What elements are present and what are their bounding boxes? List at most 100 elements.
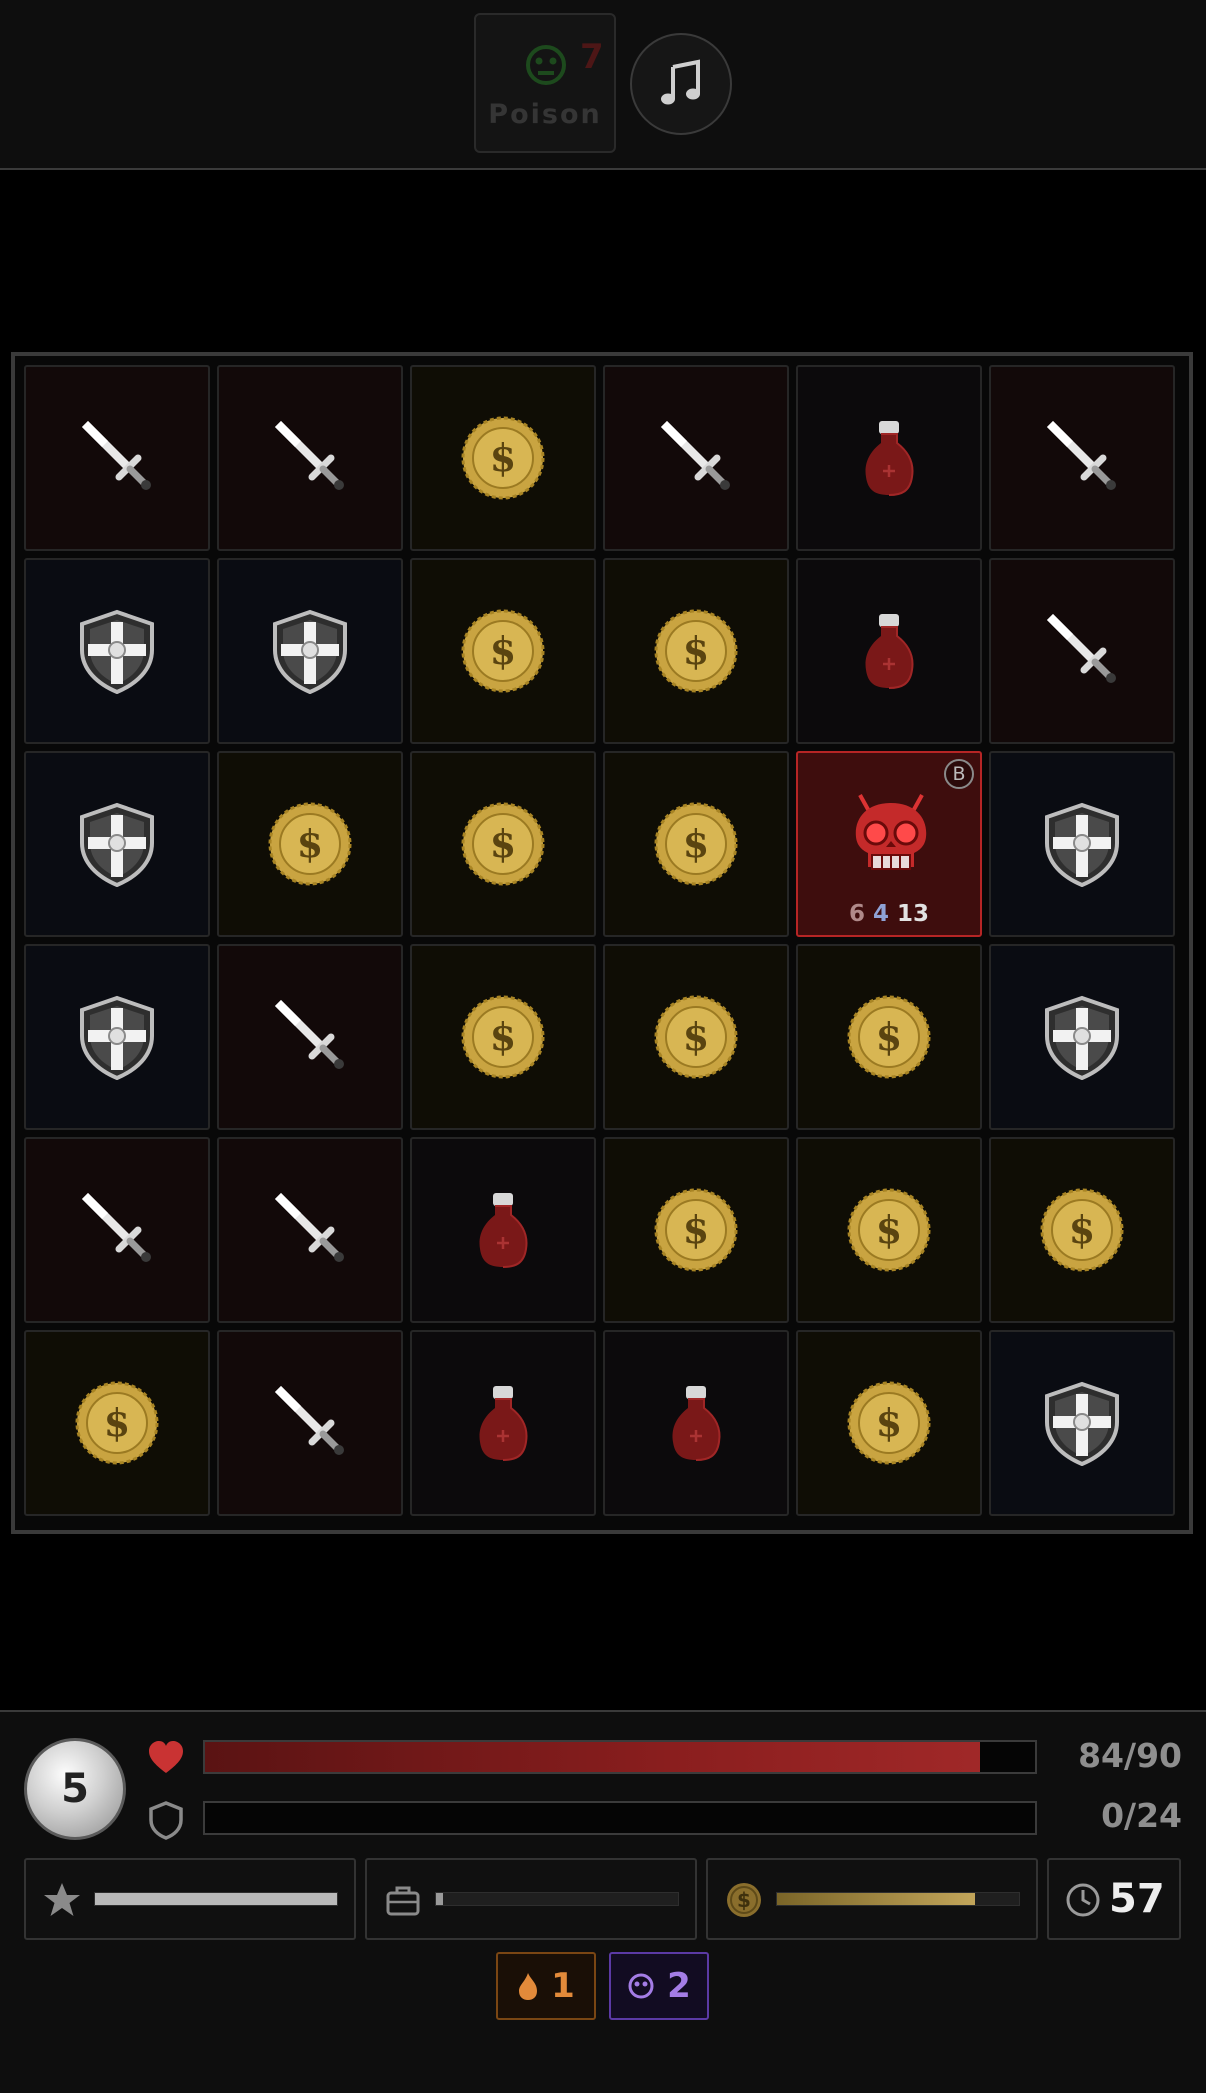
xp-box [24, 1858, 356, 1940]
potion-tile[interactable] [603, 1330, 789, 1516]
fire-effect-count: 1 [551, 1966, 575, 2006]
sword-icon [275, 1386, 344, 1455]
enemy-stats: 6 4 13 [798, 901, 980, 927]
sword-tile[interactable] [217, 944, 403, 1130]
sword-tile[interactable] [989, 558, 1175, 744]
svg-text:$: $ [1069, 1207, 1095, 1252]
gold-fill [777, 1893, 976, 1905]
xp-fill [95, 1893, 337, 1905]
sword-tile[interactable] [217, 365, 403, 551]
coin-icon: $ [654, 609, 738, 693]
coin-tile[interactable]: $ [603, 558, 789, 744]
shield-tile[interactable] [24, 944, 210, 1130]
svg-text:$: $ [876, 1400, 902, 1445]
timer-value: 57 [1109, 1876, 1165, 1922]
potion-icon [672, 1386, 721, 1461]
enemy-stat-1: 4 [872, 901, 889, 927]
player-hud: 5 84/90 0/24 $ 57 1 2 [0, 1710, 1206, 2093]
xp-track [94, 1892, 338, 1906]
coin-tile[interactable]: $ [217, 751, 403, 937]
coin-tile[interactable]: $ [410, 365, 596, 551]
sword-tile[interactable] [217, 1137, 403, 1323]
shield-tile[interactable] [989, 751, 1175, 937]
shield-tile[interactable] [24, 558, 210, 744]
coin-tile[interactable]: $ [796, 1330, 982, 1516]
coin-tile[interactable]: $ [603, 751, 789, 937]
coin-tile[interactable]: $ [410, 558, 596, 744]
sword-icon [275, 1193, 344, 1262]
coin-tile[interactable]: $ [989, 1137, 1175, 1323]
sword-tile[interactable] [989, 365, 1175, 551]
svg-text:$: $ [683, 1207, 709, 1252]
potion-icon [479, 1193, 528, 1268]
shield-icon [1045, 802, 1119, 887]
inventory-fill [436, 1893, 444, 1905]
enemy-tile[interactable]: B 6 4 13 [796, 751, 982, 937]
coin-icon: $ [654, 995, 738, 1079]
coin-icon: $ [75, 1381, 159, 1465]
poison-label: Poison [488, 99, 602, 130]
poison-status-button[interactable]: 7 Poison [474, 13, 616, 153]
potion-tile[interactable] [410, 1330, 596, 1516]
coin-tile[interactable]: $ [24, 1330, 210, 1516]
coin-icon: $ [461, 802, 545, 886]
sword-icon [1047, 421, 1116, 490]
shield-tile[interactable] [217, 558, 403, 744]
shield-tile[interactable] [989, 944, 1175, 1130]
enemy-stat-2: 13 [897, 901, 930, 927]
sword-icon [275, 421, 344, 490]
armor-text: 0/24 [1101, 1796, 1182, 1835]
shield-outline-icon [149, 1801, 183, 1840]
coin-icon: $ [847, 1188, 931, 1272]
sword-icon [275, 1000, 344, 1069]
enemy-stat-0: 6 [848, 901, 865, 927]
svg-text:$: $ [683, 1014, 709, 1059]
sword-tile[interactable] [217, 1330, 403, 1516]
enemy-badge: B [944, 759, 974, 789]
coin-icon: $ [1040, 1188, 1124, 1272]
shield-icon [80, 802, 154, 887]
coin-tile[interactable]: $ [410, 944, 596, 1130]
coin-tile[interactable]: $ [410, 751, 596, 937]
poison-count: 7 [580, 37, 604, 77]
coin-icon: $ [727, 1883, 761, 1917]
svg-text:$: $ [490, 435, 516, 480]
shield-tile[interactable] [24, 751, 210, 937]
coin-tile[interactable]: $ [796, 944, 982, 1130]
sword-tile[interactable] [24, 1137, 210, 1323]
svg-text:$: $ [683, 628, 709, 673]
music-toggle-button[interactable] [630, 33, 732, 135]
mask-effect-pill[interactable]: 2 [609, 1952, 709, 2020]
shield-tile[interactable] [989, 1330, 1175, 1516]
shield-icon [273, 609, 347, 694]
sword-icon [82, 1193, 151, 1262]
sword-tile[interactable] [603, 365, 789, 551]
mask-effect-count: 2 [667, 1966, 691, 2006]
gold-box: $ [706, 1858, 1038, 1940]
coin-tile[interactable]: $ [796, 1137, 982, 1323]
health-bar [203, 1740, 1037, 1774]
gold-track [776, 1892, 1020, 1906]
armor-bar [203, 1801, 1037, 1835]
coin-icon: $ [461, 995, 545, 1079]
sword-icon [1047, 614, 1116, 683]
game-board: $ $ $ $ $ $ B 6 4 13 $ $ $ $ $ $ $ $ [11, 352, 1193, 1534]
mask-icon [628, 1973, 654, 1999]
svg-text:$: $ [490, 628, 516, 673]
fire-effect-pill[interactable]: 1 [496, 1952, 596, 2020]
potion-tile[interactable] [796, 365, 982, 551]
coin-tile[interactable]: $ [603, 944, 789, 1130]
coin-tile[interactable]: $ [603, 1137, 789, 1323]
shield-icon [80, 995, 154, 1080]
sword-tile[interactable] [24, 365, 210, 551]
sword-icon [82, 421, 151, 490]
shield-icon [80, 609, 154, 694]
sword-icon [661, 421, 730, 490]
potion-icon [865, 614, 914, 689]
potion-tile[interactable] [410, 1137, 596, 1323]
health-bar-fill [205, 1742, 980, 1772]
svg-text:$: $ [490, 1014, 516, 1059]
clock-icon [1066, 1883, 1100, 1917]
timer-box: 57 [1047, 1858, 1181, 1940]
potion-tile[interactable] [796, 558, 982, 744]
